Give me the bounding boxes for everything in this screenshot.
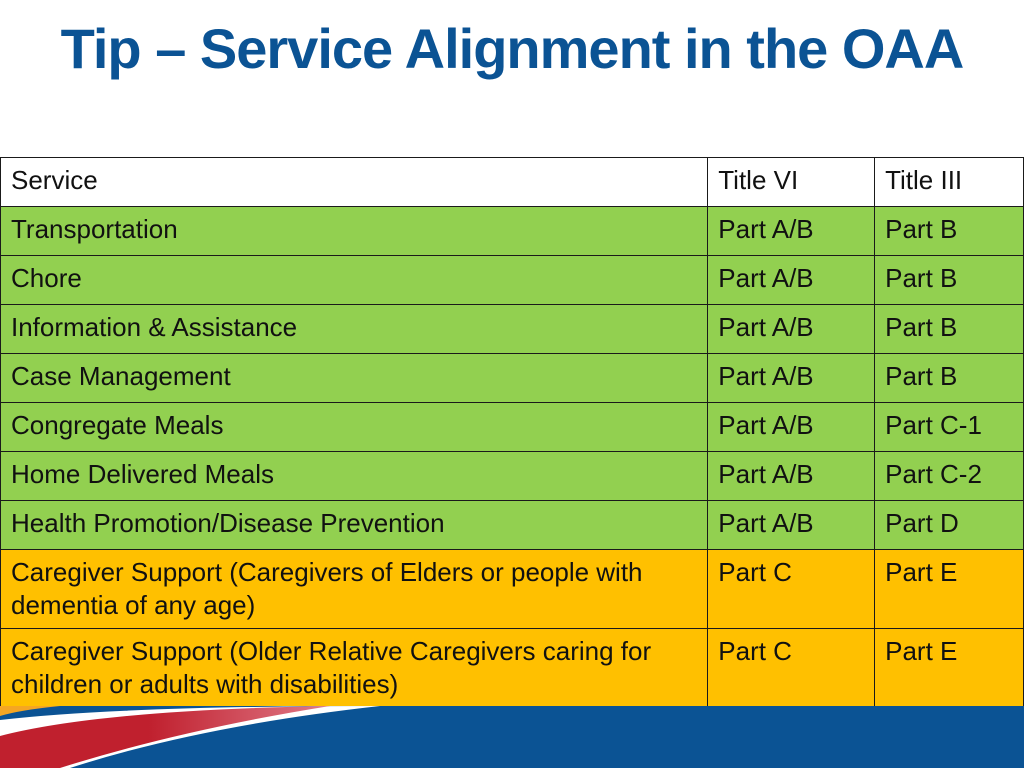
title-vi-cell: Part A/B bbox=[707, 255, 876, 305]
header-title-iii: Title III bbox=[874, 157, 1024, 207]
title-iii-cell: Part C-1 bbox=[874, 402, 1024, 452]
header-service: Service bbox=[0, 157, 709, 207]
title-vi-cell: Part C bbox=[707, 549, 876, 629]
service-cell: Home Delivered Meals bbox=[0, 451, 709, 501]
title-iii-cell: Part B bbox=[874, 304, 1024, 354]
title-vi-cell: Part A/B bbox=[707, 353, 876, 403]
title-iii-cell: Part E bbox=[874, 549, 1024, 629]
table-row: Transportation Part A/B Part B bbox=[0, 206, 1024, 256]
title-iii-cell: Part C-2 bbox=[874, 451, 1024, 501]
title-vi-cell: Part C bbox=[707, 628, 876, 708]
title-iii-cell: Part B bbox=[874, 255, 1024, 305]
table-row: Information & Assistance Part A/B Part B bbox=[0, 304, 1024, 354]
title-iii-cell: Part D bbox=[874, 500, 1024, 550]
service-cell: Congregate Meals bbox=[0, 402, 709, 452]
title-iii-cell: Part E bbox=[874, 628, 1024, 708]
title-vi-cell: Part A/B bbox=[707, 451, 876, 501]
table-row: Health Promotion/Disease Prevention Part… bbox=[0, 500, 1024, 550]
title-vi-cell: Part A/B bbox=[707, 402, 876, 452]
service-cell: Caregiver Support (Caregivers of Elders … bbox=[0, 549, 709, 629]
service-alignment-table: Service Title VI Title III Transportatio… bbox=[0, 157, 1024, 708]
service-cell: Information & Assistance bbox=[0, 304, 709, 354]
footer-swoosh-decoration bbox=[0, 706, 1024, 768]
table-row: Caregiver Support (Older Relative Caregi… bbox=[0, 628, 1024, 708]
title-vi-cell: Part A/B bbox=[707, 206, 876, 256]
header-title-vi: Title VI bbox=[707, 157, 876, 207]
title-vi-cell: Part A/B bbox=[707, 500, 876, 550]
table-row: Case Management Part A/B Part B bbox=[0, 353, 1024, 403]
service-cell: Health Promotion/Disease Prevention bbox=[0, 500, 709, 550]
table-row: Congregate Meals Part A/B Part C-1 bbox=[0, 402, 1024, 452]
title-iii-cell: Part B bbox=[874, 353, 1024, 403]
title-vi-cell: Part A/B bbox=[707, 304, 876, 354]
slide-title: Tip – Service Alignment in the OAA bbox=[60, 17, 965, 80]
service-cell: Case Management bbox=[0, 353, 709, 403]
title-iii-cell: Part B bbox=[874, 206, 1024, 256]
table-row: Home Delivered Meals Part A/B Part C-2 bbox=[0, 451, 1024, 501]
table-row: Chore Part A/B Part B bbox=[0, 255, 1024, 305]
service-cell: Chore bbox=[0, 255, 709, 305]
service-cell: Transportation bbox=[0, 206, 709, 256]
service-cell: Caregiver Support (Older Relative Caregi… bbox=[0, 628, 709, 708]
table-header-row: Service Title VI Title III bbox=[0, 157, 1024, 207]
table-row: Caregiver Support (Caregivers of Elders … bbox=[0, 549, 1024, 629]
